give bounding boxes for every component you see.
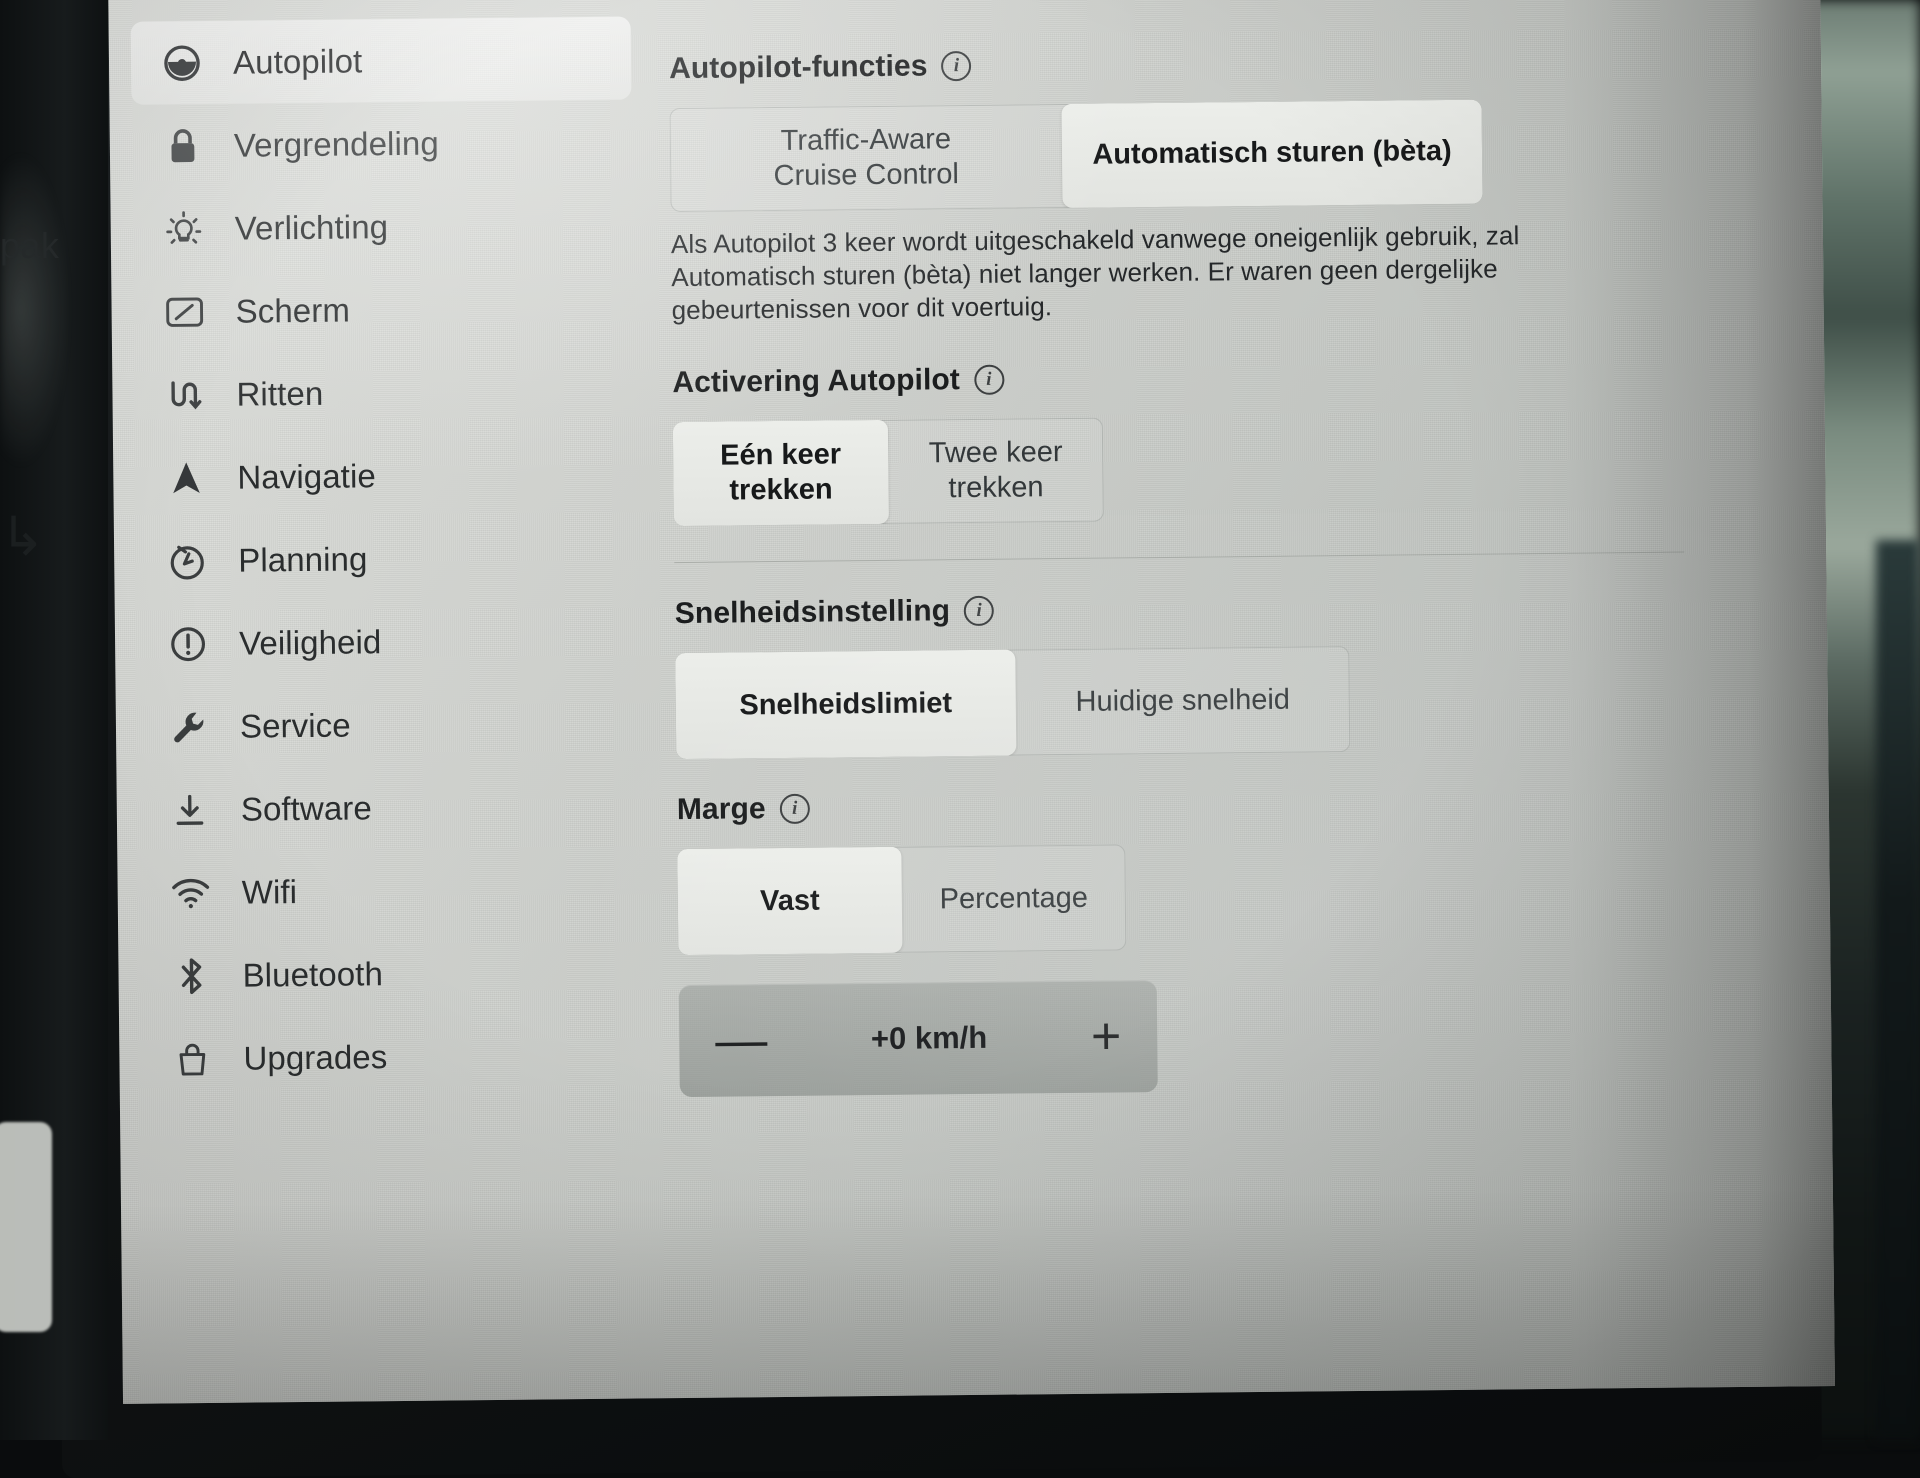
wrench-icon (166, 703, 212, 749)
photo-backdrop: pak ↳ Germandio ᛒ (0, 0, 1920, 1440)
section-heading-row: Marge i (677, 782, 1727, 827)
sidebar-item-label: Software (241, 789, 372, 828)
margin-segmented-control[interactable]: Vast Percentage (677, 845, 1126, 956)
trips-icon (162, 371, 208, 417)
activation-segmented-control[interactable]: Eén keer trekken Twee keer trekken (673, 418, 1104, 526)
section-title: Snelheidsinstelling (675, 594, 951, 631)
sidebar-item-ritten[interactable]: Ritten (134, 349, 635, 437)
window-reflection-lower (1876, 540, 1920, 1440)
info-icon[interactable]: i (964, 596, 994, 626)
info-icon[interactable]: i (780, 794, 810, 824)
sidebar-item-label: Upgrades (243, 1038, 387, 1078)
option-fixed[interactable]: Vast (677, 847, 902, 955)
scheduling-clock-icon (164, 537, 210, 583)
option-label: Percentage (939, 880, 1088, 917)
option-label: Huidige snelheid (1075, 682, 1290, 720)
interior-glow (0, 150, 70, 470)
navigation-arrow-icon (163, 454, 209, 500)
sidebar-item-navigatie[interactable]: Navigatie (135, 432, 636, 520)
sidebar-item-label: Verlichting (235, 208, 389, 248)
section-heading-row: Snelheidsinstelling i (675, 586, 1725, 631)
sidebar-item-veiligheid[interactable]: Veiligheid (137, 597, 638, 685)
sidebar-item-label: Scherm (235, 291, 350, 330)
sidebar-item-label: Autopilot (233, 42, 363, 81)
section-margin: Marge i Vast Percentage — +0 km/h + (677, 782, 1730, 1097)
option-percentage[interactable]: Percentage (901, 845, 1126, 953)
sidebar-item-label: Ritten (236, 374, 323, 413)
display-icon (161, 288, 207, 334)
sidebar-item-vergrendeling[interactable]: Vergrendeling (131, 100, 632, 188)
option-single-pull[interactable]: Eén keer trekken (673, 420, 889, 526)
option-speed-limit[interactable]: Snelheidslimiet (675, 650, 1016, 760)
left-screen-arrow-icon: ↳ (0, 510, 45, 564)
lightbulb-icon (161, 205, 207, 251)
sidebar-item-label: Navigatie (237, 457, 376, 496)
sidebar-item-label: Bluetooth (242, 955, 383, 994)
section-title: Activering Autopilot (672, 363, 960, 400)
sidebar-item-verlichting[interactable]: Verlichting (132, 183, 633, 271)
sidebar-item-scherm[interactable]: Scherm (133, 266, 634, 354)
speed-setting-segmented-control[interactable]: Snelheidslimiet Huidige snelheid (675, 646, 1350, 759)
sidebar-item-autopilot[interactable]: Autopilot (131, 17, 632, 105)
option-autosteer-beta[interactable]: Automatisch sturen (bèta) (1061, 100, 1482, 208)
option-label: Vast (760, 883, 820, 919)
settings-sidebar[interactable]: Autopilot Vergrendeling (131, 17, 642, 1101)
sidebar-item-software[interactable]: Software (138, 763, 639, 851)
decrement-button[interactable]: — (715, 1014, 768, 1067)
info-icon[interactable]: i (974, 365, 1004, 395)
tesla-touchscreen: Germandio ᛒ LTE (108, 0, 1835, 1404)
option-double-pull[interactable]: Twee keer trekken (888, 418, 1104, 524)
section-title: Marge (677, 792, 766, 827)
margin-stepper[interactable]: — +0 km/h + (679, 980, 1158, 1097)
sidebar-item-service[interactable]: Service (138, 680, 639, 768)
section-heading-row: Activering Autopilot i (672, 355, 1722, 400)
sidebar-item-label: Veiligheid (239, 623, 382, 662)
option-label: Snelheidslimiet (739, 686, 952, 724)
margin-value: +0 km/h (871, 1020, 988, 1057)
info-icon[interactable]: i (941, 51, 971, 81)
safety-alert-icon (165, 620, 211, 666)
section-heading-row: Autopilot-functies i (669, 41, 1719, 86)
lock-icon (160, 122, 206, 168)
section-autopilot-activation: Activering Autopilot i Eén keer trekken … (672, 355, 1724, 526)
option-current-speed[interactable]: Huidige snelheid (1015, 646, 1350, 755)
sidebar-item-planning[interactable]: Planning (136, 515, 637, 603)
status-bar: Germandio ᛒ LTE (108, 0, 1820, 10)
screen-bottom-shading (121, 1186, 1835, 1404)
left-screen-card (0, 1122, 52, 1332)
autopilot-settings-pane: Autopilot-functies i Traffic-Aware Cruis… (669, 41, 1730, 1097)
sidebar-item-upgrades[interactable]: Upgrades (141, 1012, 642, 1100)
sidebar-item-label: Planning (238, 540, 368, 579)
autopilot-features-segmented-control[interactable]: Traffic-Aware Cruise Control Automatisch… (670, 100, 1483, 212)
section-autopilot-features: Autopilot-functies i Traffic-Aware Cruis… (669, 41, 1722, 326)
option-traffic-aware-cruise-control[interactable]: Traffic-Aware Cruise Control (670, 104, 1063, 212)
left-screen-bleed-text: pak (0, 225, 59, 267)
option-label: Traffic-Aware Cruise Control (773, 122, 959, 195)
sidebar-item-label: Vergrendeling (234, 124, 439, 164)
steering-wheel-icon (159, 39, 205, 85)
section-divider (674, 552, 1684, 564)
option-label: Twee keer trekken (929, 435, 1064, 507)
shopping-bag-icon (169, 1035, 215, 1081)
sidebar-item-wifi[interactable]: Wifi (139, 846, 640, 934)
option-label: Automatisch sturen (bèta) (1092, 134, 1452, 173)
section-speed-setting: Snelheidsinstelling i Snelheidslimiet Hu… (675, 586, 1727, 759)
download-software-icon (167, 786, 213, 832)
sidebar-item-label: Wifi (242, 873, 298, 912)
option-label: Eén keer trekken (720, 437, 842, 509)
section-title: Autopilot-functies (669, 49, 928, 86)
bluetooth-icon (168, 952, 214, 998)
autopilot-features-note: Als Autopilot 3 keer wordt uitgeschakeld… (671, 218, 1592, 326)
wifi-icon (167, 869, 213, 915)
increment-button[interactable]: + (1091, 1011, 1122, 1063)
sidebar-item-label: Service (240, 706, 351, 745)
sidebar-item-bluetooth[interactable]: Bluetooth (140, 929, 641, 1017)
